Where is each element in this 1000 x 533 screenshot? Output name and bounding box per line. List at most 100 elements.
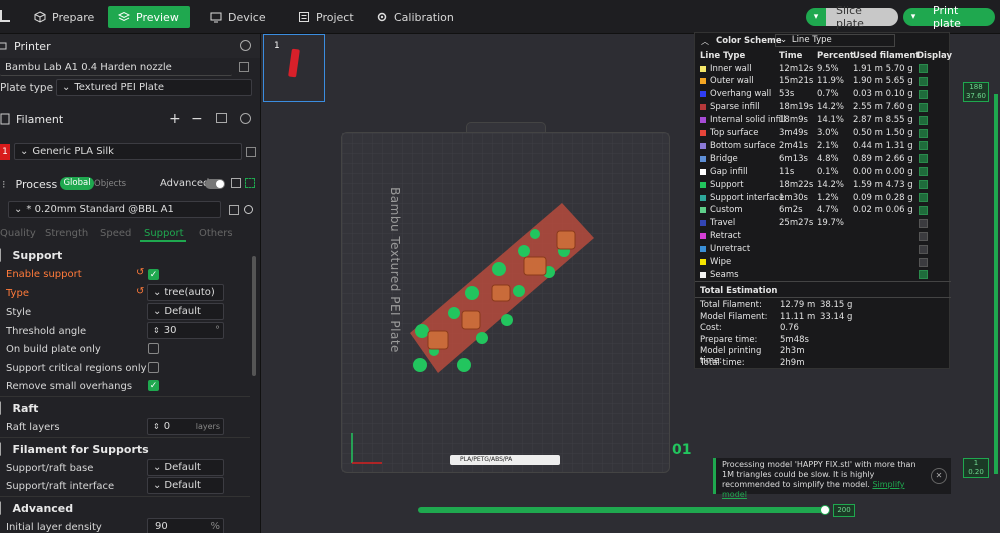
display-checkbox[interactable]	[919, 180, 928, 190]
support-interface-select[interactable]: ⌄ Default	[147, 477, 224, 494]
legend-row: Wipe	[695, 256, 951, 269]
legend-row: Sparse infill 18m19s 14.2% 2.55 m 7.60 g	[695, 101, 951, 114]
raft-section-title: Raft	[12, 401, 39, 415]
layer-slider-track[interactable]	[994, 94, 998, 474]
process-preset-select[interactable]: ⌄ * 0.20mm Standard @BBL A1	[8, 201, 221, 218]
subtab-support[interactable]: Support	[144, 228, 184, 239]
subtab-others[interactable]: Others	[199, 228, 233, 239]
legend-name: Bridge	[710, 153, 738, 164]
print-plate-button[interactable]: ▾ Print plate	[903, 4, 995, 30]
filament-select[interactable]: ⌄ Generic PLA Silk	[14, 143, 242, 160]
display-checkbox[interactable]	[919, 205, 928, 215]
gear-icon[interactable]	[240, 40, 251, 51]
support-style-value: Default	[164, 306, 201, 317]
legend-name: Retract	[710, 231, 741, 242]
display-checkbox[interactable]	[919, 231, 928, 241]
move-slider-handle[interactable]	[820, 505, 830, 515]
legend-percent: 19.7%	[817, 218, 845, 229]
display-checkbox[interactable]	[919, 141, 928, 151]
slice-plate-button[interactable]: ▾ Slice plate	[806, 4, 898, 30]
estimation-row: Total time: 2h9m	[700, 358, 950, 370]
gear-icon[interactable]	[240, 113, 251, 124]
layer-top-handle[interactable]: 188 37.60	[963, 82, 989, 102]
move-slider-track[interactable]	[418, 507, 828, 513]
stepper-icon[interactable]: ⇕	[153, 326, 160, 335]
tab-device[interactable]: Device	[200, 6, 276, 28]
plate-type-select[interactable]: ⌄ Textured PEI Plate	[56, 79, 252, 96]
display-checkbox[interactable]	[919, 270, 928, 280]
color-scheme-select[interactable]: ⌄ Line Type	[775, 34, 895, 47]
subtab-speed[interactable]: Speed	[100, 228, 131, 239]
support-style-select[interactable]: ⌄ Default	[147, 303, 224, 320]
collapse-icon[interactable]: ︿	[701, 36, 709, 47]
tab-label: Prepare	[52, 10, 95, 24]
plate-footer-text: PLA/PETG/ABS/PA	[460, 456, 513, 463]
stepper-icon[interactable]: ⇕	[153, 422, 160, 431]
critical-regions-checkbox[interactable]	[148, 362, 159, 373]
plate-thumbnail[interactable]: 1	[263, 34, 325, 102]
legend-name: Top surface	[710, 128, 759, 138]
legend-used: 0.44 m 1.31 g	[853, 140, 913, 151]
display-checkbox[interactable]	[919, 89, 928, 99]
subtab-strength[interactable]: Strength	[45, 228, 88, 239]
display-checkbox[interactable]	[919, 257, 928, 267]
global-toggle[interactable]: Global	[60, 177, 94, 190]
display-checkbox[interactable]	[919, 76, 928, 86]
display-checkbox[interactable]	[919, 128, 928, 138]
legend-swatch	[700, 259, 706, 265]
legend-swatch	[700, 65, 706, 72]
subtab-quality[interactable]: Quality	[0, 228, 36, 239]
search-icon[interactable]	[244, 205, 253, 214]
display-checkbox[interactable]	[919, 154, 928, 164]
display-checkbox[interactable]	[919, 193, 928, 202]
small-overhangs-checkbox[interactable]: ✓	[148, 380, 159, 391]
raft-layers-input[interactable]: ⇕ 0 layers	[147, 418, 224, 435]
tab-calibration[interactable]: Calibration	[366, 6, 464, 28]
filament-sync-icon[interactable]	[216, 113, 227, 123]
chevron-down-icon[interactable]: ▾	[903, 8, 923, 26]
legend-header: Line Type Time Percent Used filament Dis…	[695, 49, 952, 62]
display-checkbox[interactable]	[919, 115, 928, 125]
legend-percent: 2.1%	[817, 140, 839, 151]
filament-color-swatch[interactable]: 1	[0, 144, 10, 160]
network-icon[interactable]	[245, 178, 255, 188]
support-type-select[interactable]: ⌄ tree(auto)	[147, 284, 224, 301]
advanced-switch[interactable]	[205, 179, 225, 189]
compare-icon[interactable]	[231, 178, 241, 188]
legend-row: Custom 6m2s 4.7% 0.02 m 0.06 g	[695, 204, 951, 217]
tab-preview[interactable]: Preview	[108, 6, 190, 28]
display-checkbox[interactable]	[919, 102, 928, 112]
close-icon[interactable]: ✕	[931, 468, 947, 484]
reset-icon[interactable]: ↺	[136, 286, 144, 297]
remove-filament-icon[interactable]: −	[191, 111, 203, 127]
add-filament-icon[interactable]: +	[169, 111, 181, 127]
display-checkbox[interactable]	[919, 218, 928, 228]
legend-name: Outer wall	[710, 76, 754, 87]
layer-bottom-handle[interactable]: 1 0.20	[963, 458, 989, 478]
color-scheme-label: Color Scheme	[716, 36, 782, 46]
enable-support-checkbox[interactable]: ✓	[148, 269, 159, 280]
display-checkbox[interactable]	[919, 64, 928, 73]
estimation-value: 5m48s	[780, 334, 809, 345]
support-base-select[interactable]: ⌄ Default	[147, 459, 224, 476]
build-plate-only-checkbox[interactable]	[148, 343, 159, 354]
display-checkbox[interactable]	[919, 167, 928, 177]
legend-row: Gap infill 11s 0.1% 0.00 m 0.00 g	[695, 165, 951, 178]
save-icon[interactable]	[229, 205, 239, 215]
edit-icon[interactable]	[239, 62, 249, 72]
home-icon[interactable]	[0, 10, 10, 22]
estimation-row: Prepare time: 5m48s	[700, 335, 950, 347]
tab-project[interactable]: Project	[288, 6, 364, 28]
initial-density-input[interactable]: 90 %	[147, 518, 224, 533]
reset-icon[interactable]: ↺	[136, 267, 144, 278]
legend-name: Support	[710, 179, 744, 190]
edit-icon[interactable]	[246, 147, 256, 157]
chevron-down-icon: ⌄	[780, 35, 788, 45]
chevron-down-icon[interactable]: ▾	[806, 8, 826, 26]
sidebar-scrollbar[interactable]	[252, 256, 256, 376]
tab-prepare[interactable]: Prepare	[24, 6, 104, 28]
objects-toggle[interactable]: Objects	[94, 179, 126, 189]
display-checkbox[interactable]	[919, 244, 928, 254]
threshold-angle-input[interactable]: ⇕ 30 °	[147, 322, 224, 339]
printer-select[interactable]: Bambu Lab A1 0.4 Harden nozzle	[0, 59, 232, 76]
